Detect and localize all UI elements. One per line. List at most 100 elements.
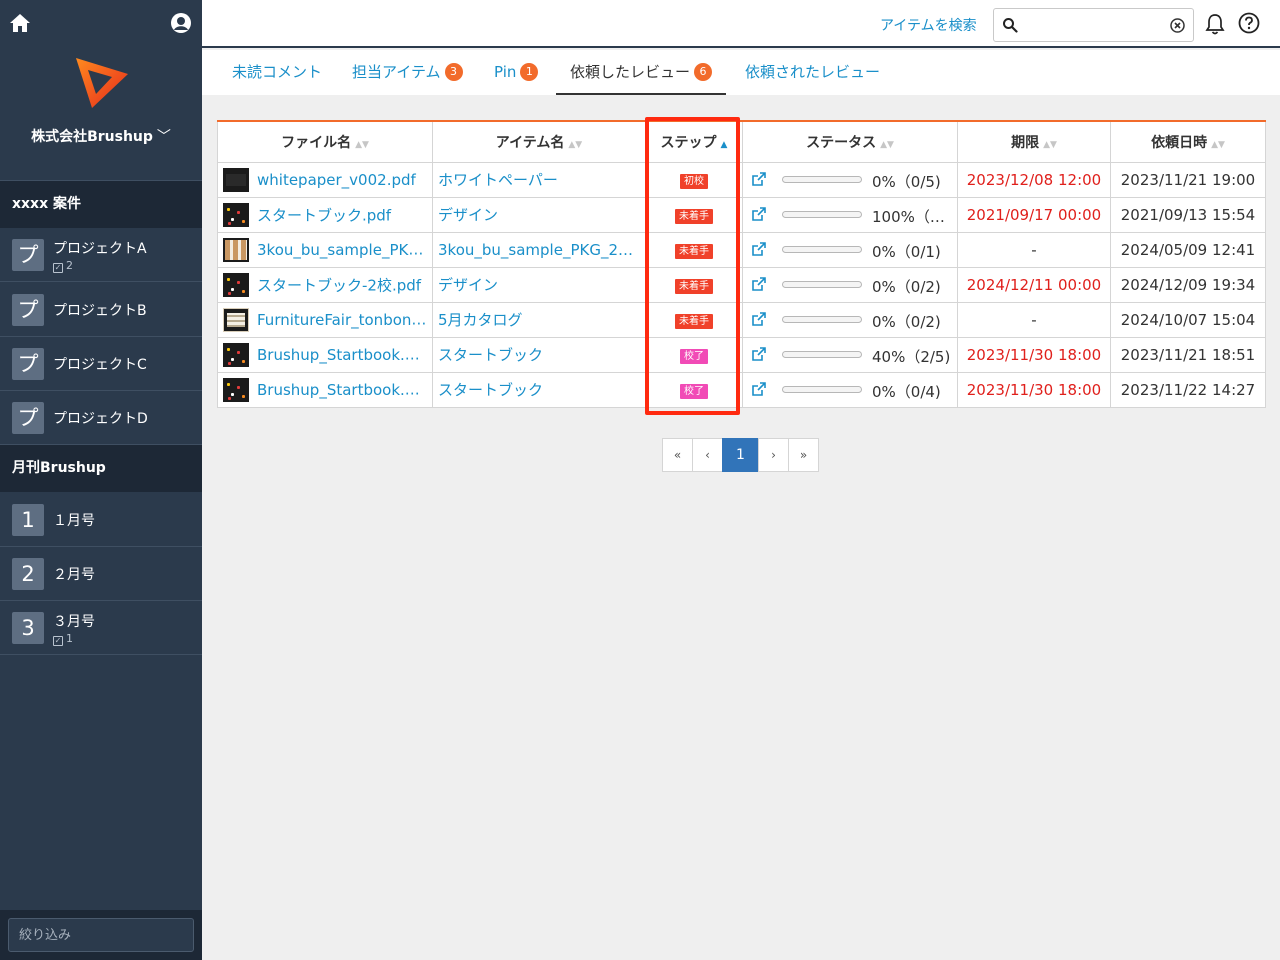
item-cell[interactable]: 5月カタログ — [432, 301, 646, 338]
thumbnail-dot — [237, 350, 240, 354]
tab-received-reviews[interactable]: 依頼されたレビュー — [745, 50, 880, 95]
file-cell[interactable]: FurnitureFair_tonbonashi.pdf — [217, 301, 433, 338]
progress-bar — [782, 385, 862, 393]
item-name: 5月カタログ — [438, 311, 523, 329]
table-row[interactable]: whitepaper_v002.pdf ホワイトペーパー 初校 0%（0/5) … — [217, 161, 1266, 198]
sort-icon: ▲▼ — [355, 139, 369, 150]
bell-icon[interactable] — [1205, 13, 1225, 35]
page-1-button[interactable]: 1 — [722, 438, 759, 472]
help-icon[interactable] — [1238, 12, 1260, 34]
status-cell: 0%（0/4) — [742, 371, 958, 408]
count-badge: 1 — [520, 63, 539, 81]
deadline-value: 2023/11/30 18:00 — [966, 380, 1102, 399]
search-icon — [1003, 18, 1018, 33]
deadline-value: - — [1031, 240, 1037, 259]
sidebar-item-issue-3[interactable]: 3 ３月号 ✓ 1 — [0, 601, 202, 655]
external-link-icon[interactable] — [751, 206, 767, 222]
column-header-deadline[interactable]: 期限 ▲▼ — [957, 120, 1111, 163]
thumbnail-dot — [237, 280, 240, 284]
table-row[interactable]: 3kou_bu_sample_PKG_2024.pdf 3kou_bu_samp… — [217, 231, 1266, 268]
company-selector[interactable]: 株式会社Brushup ﹀ — [0, 126, 202, 146]
requested-value: 2023/11/21 18:51 — [1120, 345, 1256, 364]
sidebar-item-label: ３月号 — [53, 614, 95, 630]
sidebar-item-issue-2[interactable]: 2 ２月号 — [0, 547, 202, 601]
item-cell[interactable]: デザイン — [432, 196, 646, 233]
tab-label: 未読コメント — [232, 63, 323, 81]
thumbnail-dot — [228, 396, 231, 400]
status-cell: 100%（1/1) — [742, 196, 958, 233]
deadline-cell: 2023/12/08 12:00 — [957, 161, 1111, 198]
file-cell[interactable]: スタートブック.pdf — [217, 196, 433, 233]
column-header-requested[interactable]: 依頼日時 ▲▼ — [1110, 120, 1266, 163]
file-cell[interactable]: スタートブック-2校.pdf — [217, 266, 433, 303]
next-page-button[interactable]: › — [758, 438, 789, 472]
item-cell[interactable]: スタートブック — [432, 371, 646, 408]
file-name: 3kou_bu_sample_PKG_2024.pdf — [257, 240, 433, 259]
external-link-icon[interactable] — [751, 381, 767, 397]
item-name: スタートブック — [438, 381, 544, 399]
status-cell: 0%（0/1) — [742, 231, 958, 268]
filter-input[interactable] — [8, 918, 194, 952]
file-cell[interactable]: Brushup_Startbook.pdf — [217, 371, 433, 408]
item-cell[interactable]: ホワイトペーパー — [432, 161, 646, 198]
external-link-icon[interactable] — [751, 241, 767, 257]
clear-icon[interactable] — [1170, 18, 1185, 33]
user-icon[interactable] — [170, 12, 192, 34]
sidebar-item-project-c[interactable]: プ プロジェクトC — [0, 337, 202, 391]
item-cell[interactable]: 3kou_bu_sample_PKG_2024 — [432, 231, 646, 268]
item-cell[interactable]: スタートブック — [432, 336, 646, 373]
table-row[interactable]: スタートブック-2校.pdf デザイン 未着手 0%（0/2) 2024/12/… — [217, 266, 1266, 303]
external-link-icon[interactable] — [751, 346, 767, 362]
sidebar-item-project-b[interactable]: プ プロジェクトB — [0, 283, 202, 337]
file-name: スタートブック.pdf — [257, 206, 392, 224]
sort-icon: ▲▼ — [568, 139, 583, 150]
thumbnail-dot — [242, 394, 245, 398]
sidebar-item-issue-1[interactable]: 1 １月号 — [0, 493, 202, 547]
tab-assigned-items[interactable]: 担当アイテム 3 — [352, 50, 463, 95]
sidebar-group-header: 月刊Brushup — [0, 445, 202, 492]
progress-bar — [782, 175, 862, 183]
file-cell[interactable]: 3kou_bu_sample_PKG_2024.pdf — [217, 231, 433, 268]
table-row[interactable]: FurnitureFair_tonbonashi.pdf 5月カタログ 未着手 … — [217, 301, 1266, 338]
search-input[interactable] — [1024, 13, 1164, 37]
file-cell[interactable]: whitepaper_v002.pdf — [217, 161, 433, 198]
sidebar-item-label: プロジェクトB — [53, 303, 147, 319]
file-name: スタートブック-2校.pdf — [257, 276, 422, 294]
column-header-item[interactable]: アイテム名 ▲▼ — [432, 120, 646, 163]
sidebar-item-project-d[interactable]: プ プロジェクトD — [0, 391, 202, 445]
table-row[interactable]: Brushup_Startbook.pdf スタートブック 校了 0%（0/4)… — [217, 371, 1266, 408]
deadline-value: 2021/09/17 00:00 — [966, 205, 1102, 224]
external-link-icon[interactable] — [751, 311, 767, 327]
tab-unread-comments[interactable]: 未読コメント — [232, 50, 322, 95]
tab-bar: 未読コメント 担当アイテム 3 Pin 1 依頼したレビュー 6 依頼されたレビュー — [202, 50, 1280, 95]
progress-bar — [782, 210, 862, 218]
last-page-button[interactable]: » — [788, 438, 819, 472]
first-page-button[interactable]: « — [662, 438, 693, 472]
tab-pin[interactable]: Pin 1 — [494, 50, 539, 95]
progress-text: 0%（0/4) — [872, 382, 941, 401]
thumbnail-dot — [228, 291, 231, 295]
item-badge: 3 — [12, 612, 44, 644]
prev-page-button[interactable]: ‹ — [692, 438, 723, 472]
item-search-link[interactable]: アイテムを検索 — [880, 15, 977, 35]
home-icon[interactable] — [9, 12, 31, 34]
brushup-logo-icon[interactable] — [74, 52, 130, 110]
table-row[interactable]: Brushup_Startbook.pdf スタートブック 校了 40%（2/5… — [217, 336, 1266, 373]
external-link-icon[interactable] — [751, 276, 767, 292]
thumbnail-dot — [242, 359, 245, 363]
item-cell[interactable]: デザイン — [432, 266, 646, 303]
thumbnail-dot — [227, 347, 230, 351]
sidebar-item-project-a[interactable]: プ プロジェクトA ✓ 2 — [0, 228, 202, 282]
tab-label: 依頼したレビュー — [570, 63, 691, 81]
file-cell[interactable]: Brushup_Startbook.pdf — [217, 336, 433, 373]
column-header-file[interactable]: ファイル名 ▲▼ — [217, 120, 433, 163]
file-thumbnail — [223, 307, 249, 332]
thumbnail-dot — [231, 357, 234, 361]
thumbnail-art — [225, 239, 247, 260]
deadline-value: 2024/12/11 00:00 — [966, 275, 1102, 294]
table-row[interactable]: スタートブック.pdf デザイン 未着手 100%（1/1) 2021/09/1… — [217, 196, 1266, 233]
external-link-icon[interactable] — [751, 171, 767, 187]
tab-requested-reviews[interactable]: 依頼したレビュー 6 — [556, 50, 727, 95]
progress-text: 0%（0/1) — [872, 242, 941, 261]
column-header-status[interactable]: ステータス ▲▼ — [742, 120, 958, 163]
